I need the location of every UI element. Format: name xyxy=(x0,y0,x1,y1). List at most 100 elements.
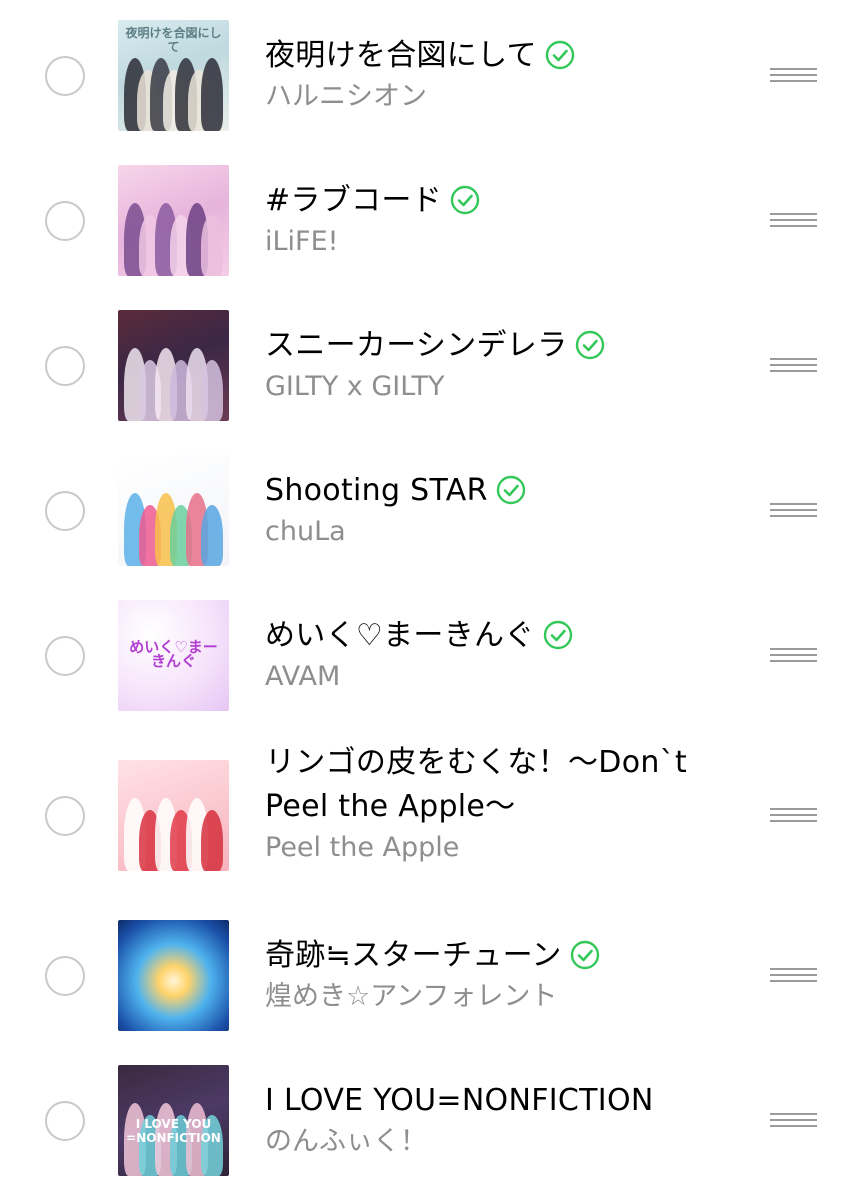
reorder-handle-icon[interactable] xyxy=(770,212,817,229)
reorder-handle-icon[interactable] xyxy=(770,67,817,84)
checkmark-icon xyxy=(575,329,605,360)
artwork-figure xyxy=(201,505,223,566)
song-title: #ラブコード xyxy=(265,179,745,223)
song-title-text: 奇跡≒スターチューン xyxy=(265,938,562,973)
handle-bar xyxy=(770,819,817,822)
handle-bar xyxy=(770,73,817,76)
checkmark-icon xyxy=(545,39,575,70)
album-artwork xyxy=(118,455,229,566)
album-artwork: めいく♡まーきんぐ xyxy=(118,600,229,711)
reorder-handle-icon[interactable] xyxy=(770,807,817,824)
handle-bar xyxy=(770,659,817,662)
song-row[interactable]: 夜明けを合図にして 夜明けを合図にして ハルニシオン xyxy=(0,20,864,131)
select-radio[interactable] xyxy=(45,345,85,386)
song-title: めいく♡まーきんぐ xyxy=(265,614,745,658)
artwork-figure xyxy=(201,58,223,131)
handle-bar xyxy=(770,369,817,372)
artwork-figure xyxy=(201,810,223,871)
album-artwork xyxy=(118,165,229,276)
album-artwork: I LOVE YOU =NONFICTION xyxy=(118,1065,229,1176)
handle-bar xyxy=(770,967,817,970)
handle-bar xyxy=(770,67,817,70)
checkmark-icon xyxy=(496,474,526,505)
checkmark-icon xyxy=(570,939,600,970)
song-text: I LOVE YOU=NONFICTION のんふぃく！ xyxy=(265,1079,745,1161)
reorder-handle-icon[interactable] xyxy=(770,357,817,374)
handle-bar xyxy=(770,979,817,982)
handle-bar xyxy=(770,79,817,82)
song-row[interactable]: Shooting STAR chuLa xyxy=(0,455,864,566)
handle-bar xyxy=(770,514,817,517)
song-title-text: I LOVE YOU=NONFICTION xyxy=(265,1083,654,1118)
song-row[interactable]: スニーカーシンデレラ GILTY x GILTY xyxy=(0,310,864,421)
album-artwork xyxy=(118,920,229,1031)
artwork-figure xyxy=(201,215,223,276)
song-title: I LOVE YOU=NONFICTION xyxy=(265,1079,745,1123)
song-row[interactable]: リンゴの皮をむくな！〜Don`t Peel the Apple〜 Peel the… xyxy=(0,745,864,871)
song-title: Shooting STAR xyxy=(265,469,745,513)
song-text: めいく♡まーきんぐ AVAM xyxy=(265,614,745,696)
handle-bar xyxy=(770,212,817,215)
song-title: 夜明けを合図にして xyxy=(265,34,745,78)
song-title-text: スニーカーシンデレラ xyxy=(265,328,568,363)
handle-bar xyxy=(770,973,817,976)
artist-name: のんふぃく！ xyxy=(265,1126,427,1157)
song-row[interactable]: 奇跡≒スターチューン煌めき☆アンフォレント xyxy=(0,920,864,1031)
handle-bar xyxy=(770,653,817,656)
song-title-text: #ラブコード xyxy=(265,183,442,218)
artwork-caption: 夜明けを合図にして xyxy=(125,26,222,54)
song-text: Shooting STAR chuLa xyxy=(265,469,745,551)
select-radio[interactable] xyxy=(45,1100,85,1141)
artist-name: GILTY x GILTY xyxy=(265,371,445,402)
handle-bar xyxy=(770,807,817,810)
select-radio[interactable] xyxy=(45,55,85,96)
song-title-text: 夜明けを合図にして xyxy=(265,38,537,73)
reorder-handle-icon[interactable] xyxy=(770,1112,817,1129)
handle-bar xyxy=(770,1124,817,1127)
handle-bar xyxy=(770,224,817,227)
artist-name: 煌めき☆アンフォレント xyxy=(265,981,558,1012)
song-title: 奇跡≒スターチューン xyxy=(265,934,745,978)
song-title: スニーカーシンデレラ xyxy=(265,324,745,368)
reorder-handle-icon[interactable] xyxy=(770,647,817,664)
song-text: #ラブコード iLiFE! xyxy=(265,179,745,261)
select-radio[interactable] xyxy=(45,490,85,531)
song-title-text: Shooting STAR xyxy=(265,473,488,508)
song-list: 夜明けを合図にして 夜明けを合図にして ハルニシオン #ラブコード iLiFE! スニーカ… xyxy=(0,0,864,1200)
handle-bar xyxy=(770,502,817,505)
artist-name: AVAM xyxy=(265,661,341,692)
artwork-figure xyxy=(201,360,223,421)
song-text: 奇跡≒スターチューン煌めき☆アンフォレント xyxy=(265,934,745,1016)
song-row[interactable]: めいく♡まーきんぐ めいく♡まーきんぐ AVAM xyxy=(0,600,864,711)
handle-bar xyxy=(770,357,817,360)
checkmark-icon xyxy=(450,184,480,215)
song-text: 夜明けを合図にしてハルニシオン xyxy=(265,34,745,116)
artist-name: Peel the Apple xyxy=(265,832,460,863)
select-radio[interactable] xyxy=(45,635,85,676)
reorder-handle-icon[interactable] xyxy=(770,967,817,984)
artwork-caption: めいく♡まーきんぐ xyxy=(129,638,218,670)
select-radio[interactable] xyxy=(45,955,85,996)
song-text: リンゴの皮をむくな！〜Don`t Peel the Apple〜 Peel the… xyxy=(265,741,745,867)
checkmark-icon xyxy=(543,619,573,650)
song-title-text: めいく♡まーきんぐ xyxy=(265,618,535,653)
song-row[interactable]: I LOVE YOU =NONFICTION I LOVE YOU=NONFICT… xyxy=(0,1065,864,1176)
handle-bar xyxy=(770,1118,817,1121)
artist-name: chuLa xyxy=(265,516,346,547)
song-text: スニーカーシンデレラ GILTY x GILTY xyxy=(265,324,745,406)
handle-bar xyxy=(770,218,817,221)
handle-bar xyxy=(770,363,817,366)
handle-bar xyxy=(770,647,817,650)
album-artwork xyxy=(118,760,229,871)
song-title-text: リンゴの皮をむくな！〜Don`t Peel the Apple〜 xyxy=(265,745,688,824)
album-artwork: 夜明けを合図にして xyxy=(118,20,229,131)
select-radio[interactable] xyxy=(45,795,85,836)
artist-name: ハルニシオン xyxy=(265,81,427,112)
song-title: リンゴの皮をむくな！〜Don`t Peel the Apple〜 xyxy=(265,741,745,829)
reorder-handle-icon[interactable] xyxy=(770,502,817,519)
song-row[interactable]: #ラブコード iLiFE! xyxy=(0,165,864,276)
select-radio[interactable] xyxy=(45,200,85,241)
artwork-caption: I LOVE YOU =NONFICTION xyxy=(126,1117,221,1145)
artist-name: iLiFE! xyxy=(265,226,339,257)
handle-bar xyxy=(770,1112,817,1115)
